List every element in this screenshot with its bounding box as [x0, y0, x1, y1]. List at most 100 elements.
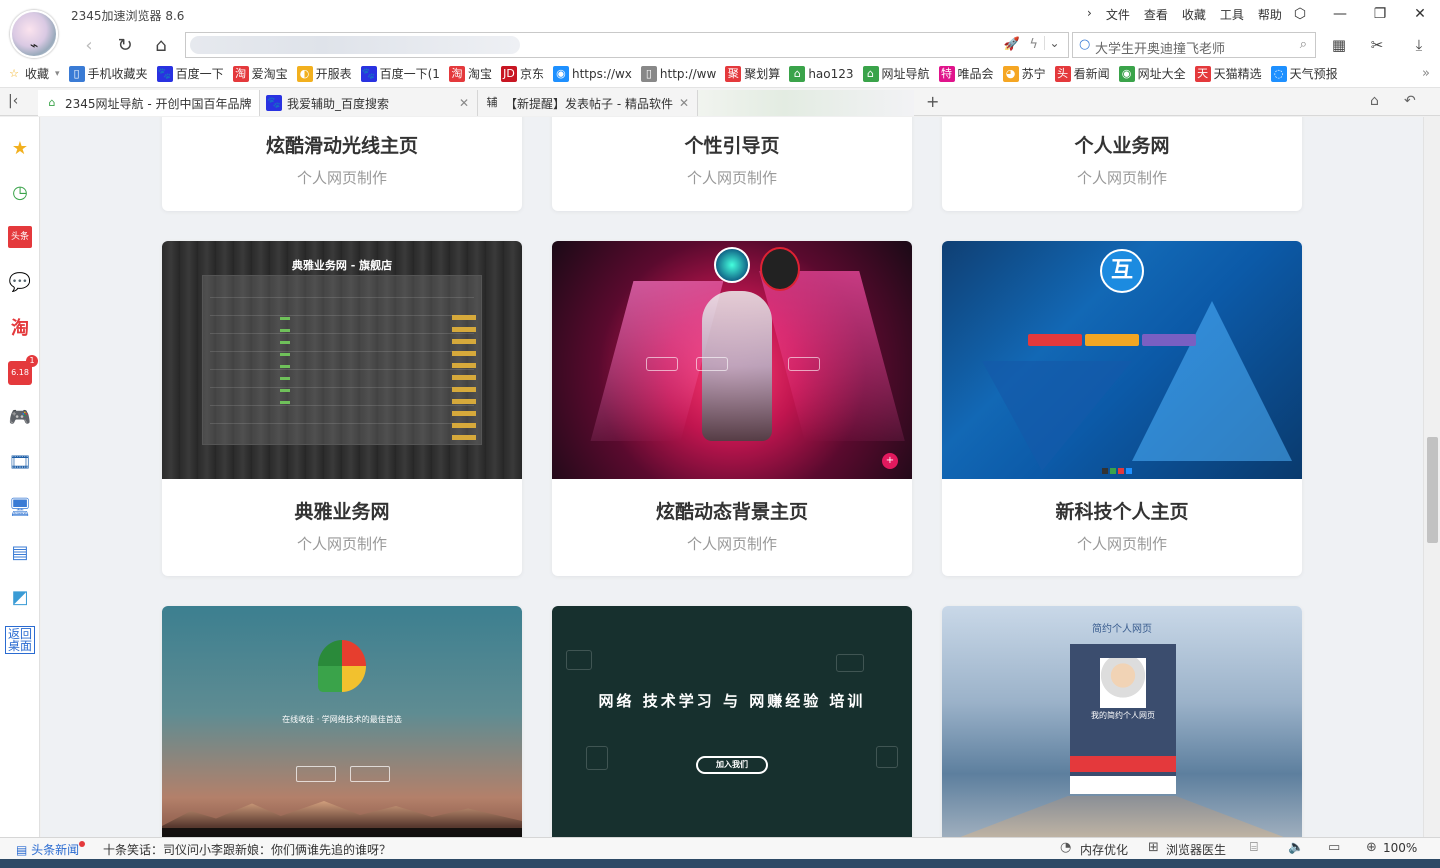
- new-tab-button[interactable]: +: [926, 92, 939, 111]
- menu-view[interactable]: 查看: [1137, 6, 1175, 23]
- back-to-desktop-button[interactable]: 返回桌面: [5, 626, 35, 654]
- chevron-down-icon[interactable]: ⌄: [1044, 36, 1064, 50]
- bookmark-item[interactable]: 特唯品会: [938, 65, 994, 82]
- back-button[interactable]: ‹: [76, 33, 102, 57]
- memory-optimize[interactable]: 内存优化: [1080, 841, 1128, 858]
- tab-forum[interactable]: 辅 【新提醒】发表帖子 - 精品软件 ✕: [478, 90, 698, 116]
- preview-dock: [942, 796, 1302, 837]
- search-box[interactable]: ○ 大学生开奥迪撞飞老师 ⌕: [1072, 32, 1316, 58]
- card-apprentice[interactable]: 在线收徒 · 学网络技术的最佳首选: [162, 606, 522, 837]
- vertical-scrollbar[interactable]: [1423, 117, 1440, 837]
- bookmark-item[interactable]: 淘爱淘宝: [232, 65, 288, 82]
- speaker-icon[interactable]: 🔈: [1288, 840, 1304, 855]
- bolt-icon[interactable]: ϟ: [1029, 37, 1038, 52]
- search-engine-icon[interactable]: ○: [1079, 37, 1090, 52]
- card-preview-image[interactable]: 网络 技术学习 与 网赚经验 培训 加入我们: [552, 606, 912, 837]
- bookmark-item[interactable]: ▯ 手机收藏夹: [68, 65, 148, 82]
- tab-close-icon[interactable]: ✕: [675, 96, 693, 110]
- menu-file[interactable]: 文件: [1099, 6, 1137, 23]
- bookmark-item[interactable]: ▯ http://ww: [640, 65, 716, 82]
- close-button[interactable]: ✕: [1400, 0, 1440, 28]
- bookmark-item[interactable]: JD 京东: [500, 65, 544, 82]
- card-preview-image[interactable]: 典雅业务网 - 旗舰店: [162, 241, 522, 479]
- scrollbar-thumb[interactable]: [1427, 437, 1438, 543]
- bookmark-item[interactable]: ◐ 开服表: [296, 65, 352, 82]
- bookmark-item[interactable]: 🐾 百度一下(1: [360, 65, 440, 82]
- notepad-icon[interactable]: ◩: [6, 583, 34, 611]
- chevron-down-icon[interactable]: ▾: [55, 69, 60, 79]
- tab-baidu[interactable]: 🐾 我爱辅助_百度搜索 ✕: [260, 90, 478, 116]
- preview-cell: [452, 315, 476, 320]
- undo-close-icon[interactable]: ↶: [1404, 93, 1416, 109]
- toutiao-icon[interactable]: 头条: [6, 223, 34, 251]
- card-guide-page[interactable]: 个性引导页 个人网页制作: [552, 117, 912, 211]
- bookmark-label: 天气预报: [1289, 67, 1338, 81]
- bookmark-item[interactable]: ◉ 网址大全: [1118, 65, 1186, 82]
- gamepad-icon[interactable]: 🎮: [6, 403, 34, 431]
- card-simple-personal[interactable]: 简约个人网页 我的简约个人网页: [942, 606, 1302, 837]
- bookmark-item[interactable]: ⌂ hao123: [789, 65, 854, 82]
- menu-arrow[interactable]: ›: [1080, 6, 1099, 23]
- skin-icon[interactable]: ⬡: [1280, 0, 1320, 28]
- favorites-star-icon[interactable]: ★: [6, 134, 34, 162]
- card-slide-light[interactable]: 炫酷滑动光线主页 个人网页制作: [162, 117, 522, 211]
- maximize-button[interactable]: ❐: [1360, 0, 1400, 28]
- card-elegant-business[interactable]: 典雅业务网 - 旗舰店 典雅业务网 个人网页制作: [162, 241, 522, 576]
- card-tech-training[interactable]: 网络 技术学习 与 网赚经验 培训 加入我们: [552, 606, 912, 837]
- search-icon[interactable]: ⌕: [1300, 37, 1307, 52]
- tab-2345[interactable]: ⌂ 2345网址导航 - 开创中国百年品牌: [38, 90, 260, 116]
- bookmark-label: 收藏: [25, 67, 50, 81]
- card-tech-personal[interactable]: 互 新科技个人主页 个人网页制作: [942, 241, 1302, 576]
- browser-doctor[interactable]: 浏览器医生: [1166, 841, 1226, 858]
- bookmark-item[interactable]: 🐾 百度一下: [156, 65, 224, 82]
- home-button[interactable]: ⌂: [148, 33, 174, 57]
- bookmark-item[interactable]: ◕ 苏宁: [1002, 65, 1046, 82]
- history-clock-icon[interactable]: ◷: [6, 178, 34, 206]
- calculator-icon[interactable]: ▤: [6, 538, 34, 566]
- bookmark-item[interactable]: ◌ 天气预报: [1270, 65, 1338, 82]
- browser-logo[interactable]: ⌁: [10, 10, 58, 58]
- download-icon[interactable]: ⤓: [1406, 34, 1432, 56]
- window-icon[interactable]: ▭: [1328, 840, 1340, 855]
- bookmark-item[interactable]: ☆ 收藏 ▾: [6, 65, 60, 82]
- tab-close-icon[interactable]: ✕: [455, 96, 473, 110]
- preview-pill: [1085, 334, 1139, 346]
- menu-favorites[interactable]: 收藏: [1175, 6, 1213, 23]
- minimize-button[interactable]: —: [1320, 0, 1360, 28]
- bookmark-item[interactable]: 头看新闻: [1054, 65, 1110, 82]
- bookmark-item[interactable]: 天天猫精选: [1194, 65, 1262, 82]
- bookmark-label: 网址大全: [1137, 67, 1186, 81]
- apps-icon[interactable]: ▦: [1326, 34, 1352, 56]
- bookmark-item[interactable]: 聚聚划算: [725, 65, 780, 82]
- card-preview-image[interactable]: 互: [942, 241, 1302, 479]
- sale-618-icon[interactable]: 6.18 1: [6, 355, 38, 387]
- news-link[interactable]: ▤ 头条新闻: [16, 841, 86, 858]
- store-icon[interactable]: ⌂: [1370, 93, 1379, 109]
- computer-icon[interactable]: 🖥: [6, 493, 34, 521]
- rocket-icon[interactable]: 🚀: [1004, 37, 1020, 52]
- preview-row: [210, 387, 474, 388]
- bookmark-item[interactable]: 淘淘宝: [448, 65, 492, 82]
- bookmarks-more-icon[interactable]: »: [1422, 66, 1430, 81]
- page-icon[interactable]: ⌸: [1250, 840, 1258, 855]
- menu-tools[interactable]: 工具: [1213, 6, 1251, 23]
- bookmark-item[interactable]: ⌂ 网址导航: [862, 65, 930, 82]
- card-preview-image[interactable]: +: [552, 241, 912, 479]
- card-dynamic-background[interactable]: + 炫酷动态背景主页 个人网页制作: [552, 241, 912, 576]
- refresh-button[interactable]: ↻: [112, 33, 138, 57]
- preview-contact: [1070, 776, 1176, 794]
- wechat-icon[interactable]: 💬: [6, 268, 34, 296]
- taobao-icon[interactable]: 淘: [6, 313, 34, 341]
- address-bar[interactable]: 🚀 ϟ ⌄: [185, 32, 1069, 58]
- search-text[interactable]: 大学生开奥迪撞飞老师: [1095, 38, 1225, 57]
- tab-list-icon[interactable]: |‹: [8, 93, 18, 109]
- card-personal-business[interactable]: 个人业务网 个人网页制作: [942, 117, 1302, 211]
- zoom-level[interactable]: 100%: [1383, 841, 1417, 855]
- card-preview-image[interactable]: 在线收徒 · 学网络技术的最佳首选: [162, 606, 522, 837]
- bookmark-item[interactable]: ◉ https://wx: [552, 65, 632, 82]
- screenshot-scissors-icon[interactable]: ✂: [1364, 34, 1390, 56]
- news-ticker[interactable]: 十条笑话：司仪问小李跟新娘：你们俩谁先追的谁呀？: [103, 841, 391, 858]
- video-film-icon[interactable]: 🎞: [6, 448, 34, 476]
- tab-blurred[interactable]: [698, 90, 914, 116]
- card-preview-image[interactable]: 简约个人网页 我的简约个人网页: [942, 606, 1302, 837]
